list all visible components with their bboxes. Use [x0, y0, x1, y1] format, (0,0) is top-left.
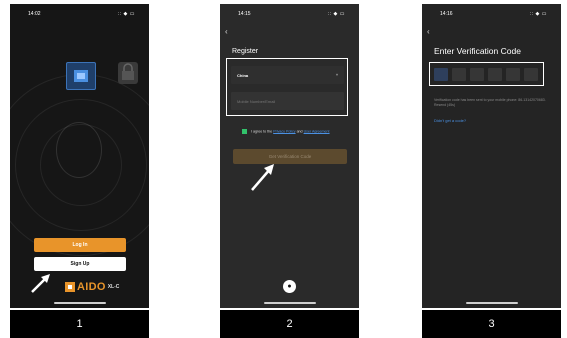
- step-caption: 1: [10, 310, 149, 338]
- phone-screen-register: 14:15 ∷ ◆ ▭ ‹ Register China ▾ Mobile Nu…: [220, 4, 359, 308]
- status-bar: 14:15 ∷ ◆ ▭: [220, 11, 359, 19]
- login-button[interactable]: Log In: [34, 238, 126, 252]
- agree-and: and: [296, 129, 303, 134]
- mobile-placeholder: Mobile Number/Email: [237, 98, 276, 104]
- brand-name: AIDO: [77, 281, 106, 293]
- lock-icon: [118, 62, 138, 84]
- brand-model: XL-C: [107, 284, 120, 290]
- country-value: China: [237, 72, 249, 78]
- fingerprint-icon: [56, 122, 102, 178]
- status-time: 14:02: [28, 11, 41, 17]
- status-icons: ∷ ◆ ▭: [117, 11, 135, 17]
- pointer-arrow-icon: [31, 274, 50, 293]
- agree-prefix: I agree to the: [251, 129, 273, 134]
- user-agreement-link[interactable]: User Agreement: [304, 129, 330, 133]
- status-bar: 14:02 ∷ ◆ ▭: [10, 11, 149, 19]
- code-digit-input[interactable]: [488, 68, 502, 81]
- page-title: Enter Verification Code: [434, 46, 521, 56]
- apple-icon[interactable]: ●: [283, 280, 296, 293]
- status-time: 14:16: [440, 11, 453, 17]
- status-icons: ∷ ◆ ▭: [327, 11, 345, 17]
- code-digit-input[interactable]: [452, 68, 466, 81]
- status-time: 14:15: [238, 11, 251, 17]
- home-indicator: [53, 302, 106, 304]
- agree-checkbox[interactable]: [242, 129, 247, 134]
- step-caption: 3: [422, 310, 561, 338]
- code-digit-input[interactable]: [506, 68, 520, 81]
- mobile-email-input[interactable]: Mobile Number/Email: [231, 92, 344, 110]
- agreement-row: I agree to the Privacy Policy and User A…: [242, 129, 340, 134]
- code-digit-input[interactable]: [470, 68, 484, 81]
- home-indicator: [465, 302, 518, 304]
- resend-link[interactable]: Didn't get a code?: [434, 118, 466, 123]
- brand-mark-icon: [65, 282, 75, 292]
- status-icons: ∷ ◆ ▭: [529, 11, 547, 17]
- app-logo-icon: [66, 62, 96, 90]
- pointer-arrow-icon: [251, 164, 274, 191]
- signup-button[interactable]: Sign Up: [34, 257, 126, 271]
- step-caption: 2: [220, 310, 359, 338]
- page-title: Register: [232, 48, 259, 55]
- back-chevron-icon[interactable]: ‹: [225, 27, 228, 36]
- chevron-down-icon: ▾: [335, 72, 338, 77]
- code-digit-input[interactable]: [524, 68, 538, 81]
- back-chevron-icon[interactable]: ‹: [427, 27, 430, 36]
- privacy-policy-link[interactable]: Privacy Policy: [273, 129, 295, 133]
- verification-description: Verification code has been sent to your …: [434, 98, 546, 107]
- home-indicator: [263, 302, 316, 304]
- code-digit-input[interactable]: [434, 68, 448, 81]
- status-bar: 14:16 ∷ ◆ ▭: [422, 11, 561, 19]
- phone-screen-login: 14:02 ∷ ◆ ▭ Log In Sign Up AIDO XL-C: [10, 4, 149, 308]
- brand-logo: AIDO XL-C: [65, 280, 119, 294]
- country-select[interactable]: China ▾: [231, 66, 344, 84]
- phone-screen-verify: 14:16 ∷ ◆ ▭ ‹ Enter Verification Code Ve…: [422, 4, 561, 308]
